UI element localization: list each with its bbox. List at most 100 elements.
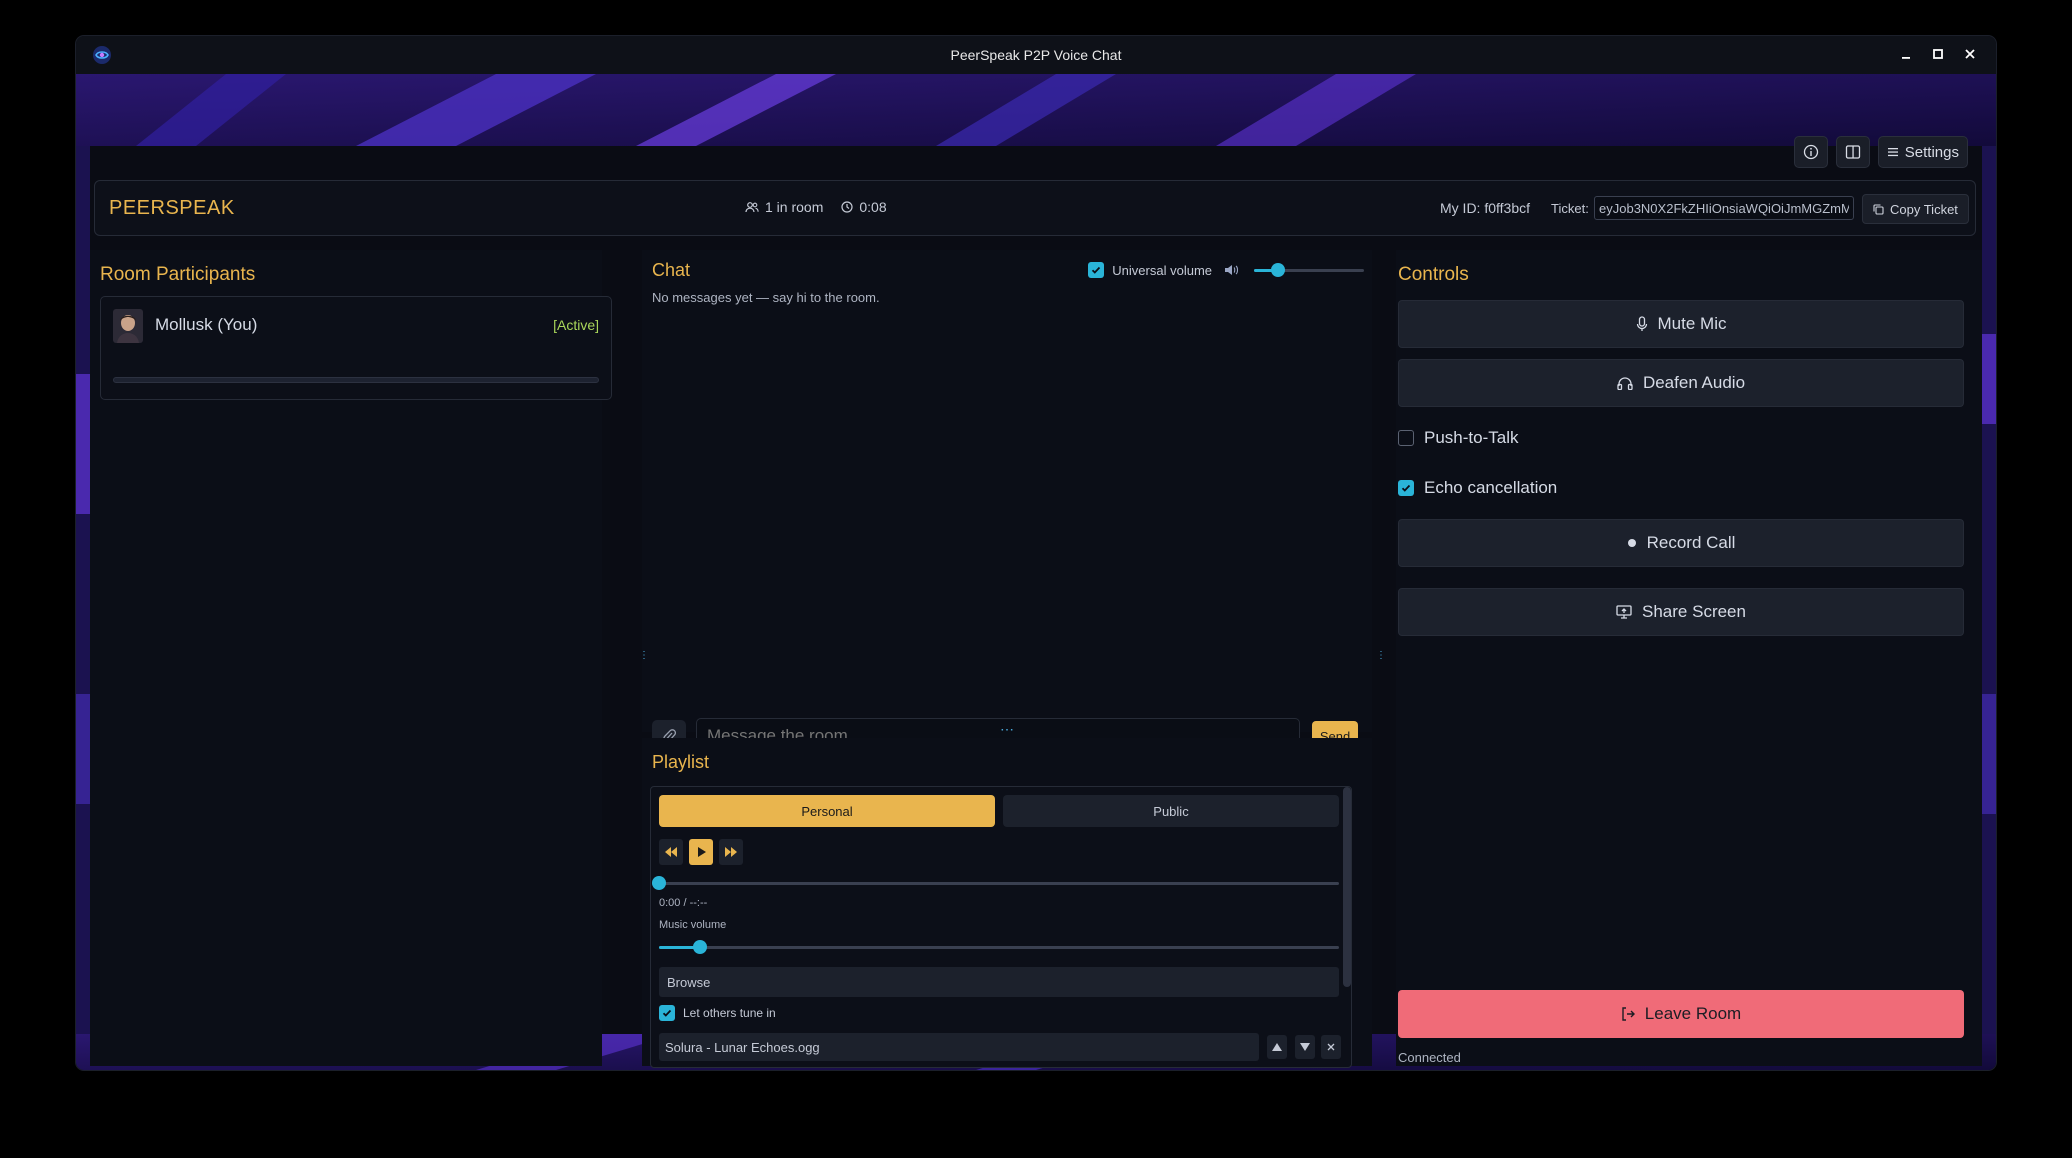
app-logo-icon	[93, 46, 111, 64]
close-icon	[1965, 49, 1975, 59]
maximize-icon	[1933, 49, 1943, 59]
rewind-icon	[665, 847, 677, 857]
share-screen-icon	[1616, 605, 1632, 619]
chat-empty-message: No messages yet — say hi to the room.	[652, 290, 880, 305]
right-splitter-handle[interactable]: ⋮	[1376, 651, 1386, 661]
participant-count-text: 1 in room	[765, 199, 824, 215]
fast-forward-icon	[725, 847, 737, 857]
track-position-slider[interactable]	[652, 875, 1339, 891]
participant-status: [Active]	[553, 317, 599, 333]
universal-volume-label: Universal volume	[1112, 262, 1212, 278]
close-icon	[1327, 1043, 1335, 1051]
layout-button[interactable]	[1835, 136, 1870, 168]
universal-volume-slider[interactable]	[1254, 262, 1364, 278]
previous-track-button[interactable]	[659, 839, 683, 865]
ticket-label: Ticket:	[1551, 201, 1589, 216]
top-toolbar: Settings	[1793, 136, 1968, 168]
slider-thumb[interactable]	[1271, 263, 1286, 277]
record-call-button[interactable]: Record Call	[1398, 519, 1964, 567]
microphone-icon	[1636, 316, 1647, 331]
echo-cancellation-label: Echo cancellation	[1424, 478, 1558, 497]
playlist-scrollbar[interactable]	[1343, 787, 1351, 987]
echo-cancellation-checkbox[interactable]	[1398, 480, 1414, 496]
playlist-title: Playlist	[652, 752, 710, 772]
ticket-field[interactable]	[1594, 196, 1854, 220]
arrow-down-icon	[1300, 1043, 1310, 1051]
participant-card[interactable]: Mollusk (You) [Active]	[100, 296, 612, 400]
share-screen-button[interactable]: Share Screen	[1398, 588, 1964, 636]
universal-volume-checkbox[interactable]	[1088, 262, 1105, 278]
room-header: PEERSPEAK 1 in room 0:08 My ID: f0ff3bcf…	[94, 180, 1976, 236]
universal-volume-row: Universal volume	[1088, 262, 1364, 278]
echo-cancellation-row: Echo cancellation	[1398, 478, 1557, 498]
settings-button[interactable]: Settings	[1877, 136, 1968, 168]
deafen-audio-button[interactable]: Deafen Audio	[1398, 359, 1964, 407]
audio-level-meter	[113, 377, 599, 383]
participant-name: Mollusk (You)	[155, 315, 258, 334]
brand-title: PEERSPEAK	[109, 197, 235, 219]
menu-icon	[1887, 148, 1898, 157]
copy-ticket-button[interactable]: Copy Ticket	[1862, 194, 1969, 224]
let-others-tune-in-label: Let others tune in	[683, 1006, 776, 1020]
check-icon	[1401, 484, 1411, 492]
window-title: PeerSpeak P2P Voice Chat	[950, 47, 1122, 63]
window-controls	[1894, 42, 1982, 66]
next-track-button[interactable]	[719, 839, 743, 865]
push-to-talk-checkbox[interactable]	[1398, 430, 1414, 446]
remove-track-button[interactable]	[1321, 1035, 1341, 1059]
participants-title: Room Participants	[100, 264, 256, 285]
let-others-tune-in-checkbox[interactable]	[659, 1005, 675, 1021]
room-info: 1 in room 0:08	[745, 199, 887, 215]
browse-button[interactable]: Browse	[659, 967, 1339, 997]
controls-title: Controls	[1398, 264, 1469, 285]
left-splitter-handle[interactable]: ⋮	[639, 651, 649, 661]
play-icon	[698, 847, 706, 857]
participant-count: 1 in room	[745, 199, 823, 215]
play-button[interactable]	[689, 839, 713, 865]
app-window: PeerSpeak P2P Voice Chat Settings PEERSP…	[76, 36, 1996, 1070]
slider-thumb[interactable]	[692, 940, 707, 954]
controls-panel: Controls Mute Mic Deafen Audio Push-to-T…	[1396, 250, 1982, 1066]
music-volume-slider[interactable]	[659, 939, 1339, 955]
record-icon	[1627, 539, 1636, 547]
maximize-button[interactable]	[1926, 42, 1950, 66]
avatar	[113, 309, 143, 343]
users-icon	[745, 202, 759, 213]
move-up-button[interactable]	[1267, 1035, 1287, 1059]
check-icon	[662, 1009, 672, 1017]
slider-thumb[interactable]	[652, 876, 666, 890]
title-bar: PeerSpeak P2P Voice Chat	[76, 36, 1996, 74]
share-screen-label: Share Screen	[1642, 602, 1746, 621]
let-others-tune-in-row: Let others tune in	[659, 1005, 776, 1021]
leave-room-label: Leave Room	[1644, 1004, 1742, 1023]
chat-panel: Chat Universal volume No messages yet — …	[642, 250, 1372, 754]
horizontal-splitter-handle[interactable]: ⋯	[1000, 722, 1014, 736]
app-content: Settings PEERSPEAK 1 in room 0:08 My ID:…	[76, 74, 1996, 1070]
chat-title: Chat	[652, 260, 691, 280]
settings-label: Settings	[1904, 143, 1959, 161]
headphones-icon	[1617, 377, 1633, 390]
info-button[interactable]	[1793, 136, 1828, 168]
mute-mic-button[interactable]: Mute Mic	[1398, 300, 1964, 348]
move-down-button[interactable]	[1295, 1035, 1315, 1059]
arrow-up-icon	[1272, 1043, 1282, 1051]
info-icon	[1803, 144, 1818, 160]
connection-status: Connected	[1398, 1050, 1461, 1065]
layout-icon	[1845, 145, 1860, 159]
speaker-icon	[1225, 265, 1239, 275]
minimize-icon	[1902, 57, 1910, 59]
track-time: 0:00 / --:--	[659, 897, 708, 909]
playlist-track-item[interactable]: Solura - Lunar Echoes.ogg	[659, 1033, 1259, 1061]
push-to-talk-row: Push-to-Talk	[1398, 428, 1518, 448]
minimize-button[interactable]	[1894, 42, 1918, 66]
mute-mic-label: Mute Mic	[1657, 314, 1727, 333]
close-button[interactable]	[1958, 42, 1982, 66]
deafen-audio-label: Deafen Audio	[1642, 373, 1746, 392]
tab-personal[interactable]: Personal	[659, 795, 995, 827]
check-icon	[1092, 266, 1101, 274]
participants-panel: Room Participants Mollusk (You) [Active]	[90, 250, 612, 1066]
leave-room-button[interactable]: Leave Room	[1398, 990, 1964, 1038]
tab-public[interactable]: Public	[1003, 795, 1339, 827]
playlist-scroll-area[interactable]: Personal Public 0:00 / --:-- Music volum…	[650, 786, 1352, 1068]
record-call-label: Record Call	[1646, 533, 1736, 552]
